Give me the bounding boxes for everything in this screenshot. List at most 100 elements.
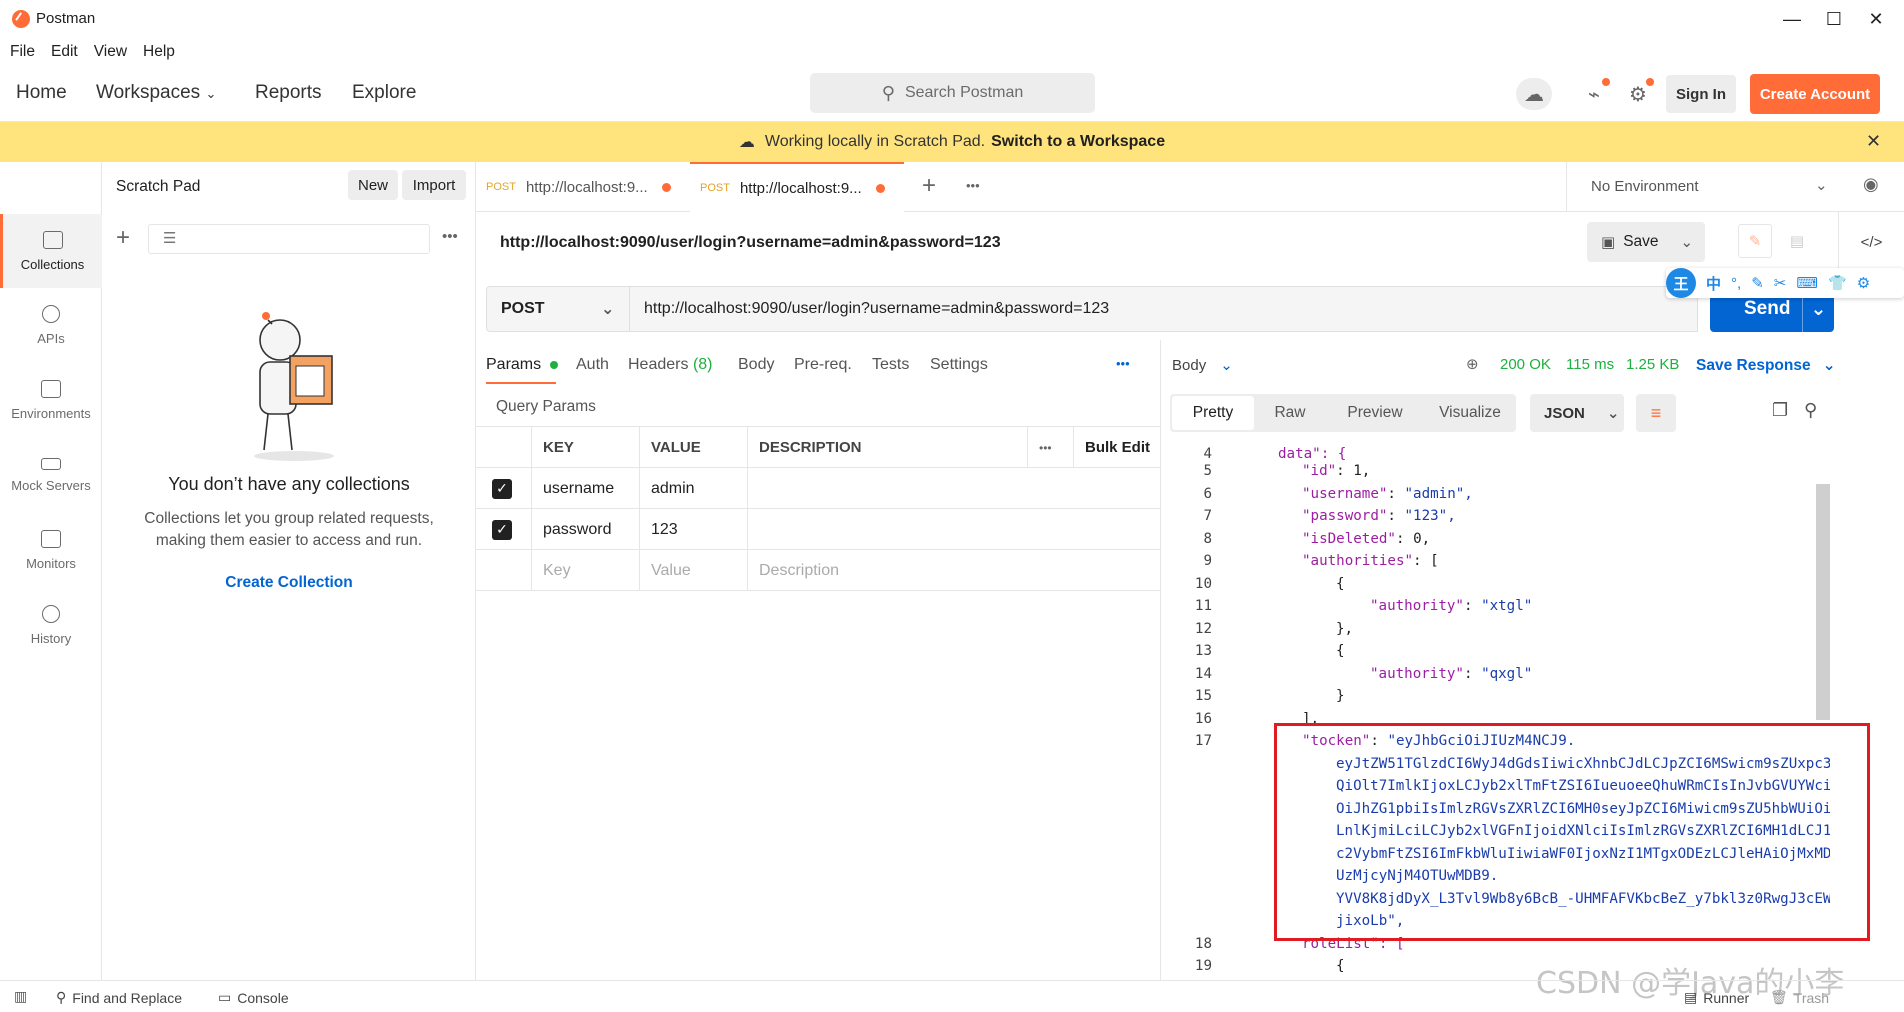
tab-preview[interactable]: Preview: [1326, 404, 1424, 422]
create-account-button[interactable]: Create Account: [1750, 74, 1880, 114]
tab-prereq[interactable]: Pre-req.: [794, 356, 852, 374]
ime-scissors-icon[interactable]: ✂: [1774, 274, 1787, 292]
ime-keyboard-icon[interactable]: ⌨: [1796, 274, 1818, 292]
trash-button[interactable]: 🗑 Trash: [1770, 989, 1829, 1006]
request-tab-active[interactable]: POST http://localhost:9...: [690, 162, 904, 212]
menu-edit[interactable]: Edit: [51, 43, 78, 61]
request-options-icon[interactable]: •••: [1116, 356, 1130, 371]
response-view-tabs: Pretty Raw Preview Visualize: [1170, 394, 1516, 432]
sidebar-item-apis[interactable]: APIs: [0, 288, 102, 362]
ime-punctuation-icon[interactable]: °,: [1731, 275, 1741, 292]
window-title: Postman: [36, 10, 96, 27]
column-options-icon[interactable]: •••: [1028, 427, 1074, 468]
param-key[interactable]: username: [532, 468, 640, 509]
checkbox[interactable]: ✓: [492, 519, 512, 540]
cloud-offline-icon[interactable]: ☁: [1516, 78, 1552, 110]
table-row: ✓ password 123: [476, 509, 1160, 550]
response-size[interactable]: 1.25 KB: [1626, 356, 1679, 373]
menu-view[interactable]: View: [94, 43, 127, 61]
sidebar-item-monitors[interactable]: Monitors: [0, 513, 102, 587]
tab-pretty[interactable]: Pretty: [1172, 396, 1254, 430]
find-replace-button[interactable]: ⚲ Find and Replace: [56, 989, 182, 1006]
param-description[interactable]: [748, 468, 1160, 509]
search-icon[interactable]: ⚲: [1804, 400, 1817, 421]
nav-home[interactable]: Home: [16, 82, 67, 104]
eye-icon[interactable]: ◉: [1863, 174, 1879, 195]
title-bar: Postman — ☐ ✕: [0, 0, 1904, 38]
comment-icon[interactable]: ▤: [1780, 224, 1814, 258]
more-options-icon[interactable]: •••: [442, 228, 458, 245]
close-window-icon[interactable]: ✕: [1848, 0, 1904, 38]
sidebar-item-environments[interactable]: Environments: [0, 363, 102, 437]
tab-body[interactable]: Body: [738, 356, 774, 374]
param-value[interactable]: 123: [640, 509, 748, 550]
ime-logo-icon[interactable]: 王: [1666, 268, 1696, 298]
tab-settings[interactable]: Settings: [930, 356, 988, 374]
menu-help[interactable]: Help: [143, 43, 175, 61]
search-input[interactable]: ⚲ Search Postman: [810, 73, 1095, 113]
nav-workspaces[interactable]: Workspaces ⌄: [96, 82, 216, 104]
request-tab[interactable]: POST http://localhost:9...: [476, 162, 690, 212]
console-button[interactable]: ▭ Console: [218, 989, 289, 1006]
filter-input[interactable]: ☰: [148, 224, 430, 254]
globe-icon[interactable]: ⊕: [1466, 355, 1479, 373]
toggle-sidebar-icon[interactable]: ▥: [14, 988, 27, 1005]
save-response-button[interactable]: Save Response ⌄: [1696, 356, 1836, 375]
ime-settings-icon[interactable]: ⚙: [1857, 274, 1870, 292]
runner-button[interactable]: ▤ Runner: [1684, 989, 1749, 1006]
response-time[interactable]: 115 ms: [1566, 356, 1614, 373]
new-tab-icon[interactable]: +: [922, 172, 936, 200]
edit-icon[interactable]: ✎: [1738, 224, 1772, 258]
nav-explore[interactable]: Explore: [352, 82, 416, 104]
description-placeholder[interactable]: Description: [748, 550, 1160, 591]
code-icon[interactable]: </>: [1838, 212, 1904, 272]
response-body-select[interactable]: Body ⌄: [1172, 356, 1233, 375]
nav-reports[interactable]: Reports: [255, 82, 322, 104]
tab-headers[interactable]: Headers (8): [628, 356, 713, 374]
method-select[interactable]: POST ⌄: [486, 286, 630, 332]
environment-select[interactable]: No Environment ⌄ ◉: [1566, 162, 1904, 212]
bulk-edit-button[interactable]: Bulk Edit: [1074, 427, 1160, 468]
tab-auth[interactable]: Auth: [576, 356, 609, 374]
new-button[interactable]: New: [348, 170, 398, 200]
tab-params[interactable]: Params: [486, 356, 558, 374]
copy-icon[interactable]: ❐: [1772, 400, 1788, 421]
tab-tests[interactable]: Tests: [872, 356, 909, 374]
create-collection-link[interactable]: Create Collection: [102, 574, 476, 592]
sidebar-item-mock-servers[interactable]: Mock Servers: [0, 438, 102, 512]
format-select[interactable]: JSON ⌄: [1530, 394, 1624, 432]
param-key[interactable]: password: [532, 509, 640, 550]
param-description[interactable]: [748, 509, 1160, 550]
checkbox[interactable]: ✓: [492, 478, 512, 499]
close-banner-icon[interactable]: ✕: [1866, 131, 1881, 152]
key-placeholder[interactable]: Key: [532, 550, 640, 591]
switch-workspace-link[interactable]: Switch to a Workspace: [991, 133, 1165, 151]
chevron-down-icon: ⌄: [1606, 405, 1620, 422]
param-value[interactable]: admin: [640, 468, 748, 509]
request-name[interactable]: http://localhost:9090/user/login?usernam…: [500, 234, 1001, 252]
sidebar-item-collections[interactable]: Collections: [0, 214, 102, 288]
chevron-down-icon: ⌄: [601, 301, 615, 318]
save-button[interactable]: ▣ Save ⌄: [1587, 222, 1705, 262]
value-placeholder[interactable]: Value: [640, 550, 748, 591]
table-row-empty: Key Value Description: [476, 550, 1160, 591]
ime-toolbar: 王 中 °, ✎ ✂ ⌨ 👕 ⚙: [1666, 268, 1904, 298]
ime-skin-icon[interactable]: 👕: [1828, 274, 1847, 292]
sign-in-button[interactable]: Sign In: [1666, 75, 1736, 113]
ime-pen-icon[interactable]: ✎: [1751, 274, 1764, 292]
import-button[interactable]: Import: [402, 170, 466, 200]
tab-raw[interactable]: Raw: [1254, 404, 1326, 422]
url-input[interactable]: http://localhost:9090/user/login?usernam…: [630, 286, 1698, 332]
menu-file[interactable]: File: [10, 43, 35, 61]
cloud-off-icon: ☁: [738, 134, 755, 151]
wrap-lines-icon[interactable]: ≡: [1636, 394, 1676, 432]
tab-visualize[interactable]: Visualize: [1424, 404, 1516, 422]
panel-title: Scratch Pad: [116, 178, 201, 195]
ime-chinese-icon[interactable]: 中: [1706, 273, 1721, 294]
status-code[interactable]: 200 OK: [1500, 356, 1551, 373]
sidebar-item-history[interactable]: History: [0, 588, 102, 662]
column-value: VALUE: [640, 427, 748, 468]
tab-options-icon[interactable]: •••: [966, 178, 980, 193]
scrollbar[interactable]: [1816, 484, 1830, 720]
add-icon[interactable]: +: [116, 224, 130, 252]
